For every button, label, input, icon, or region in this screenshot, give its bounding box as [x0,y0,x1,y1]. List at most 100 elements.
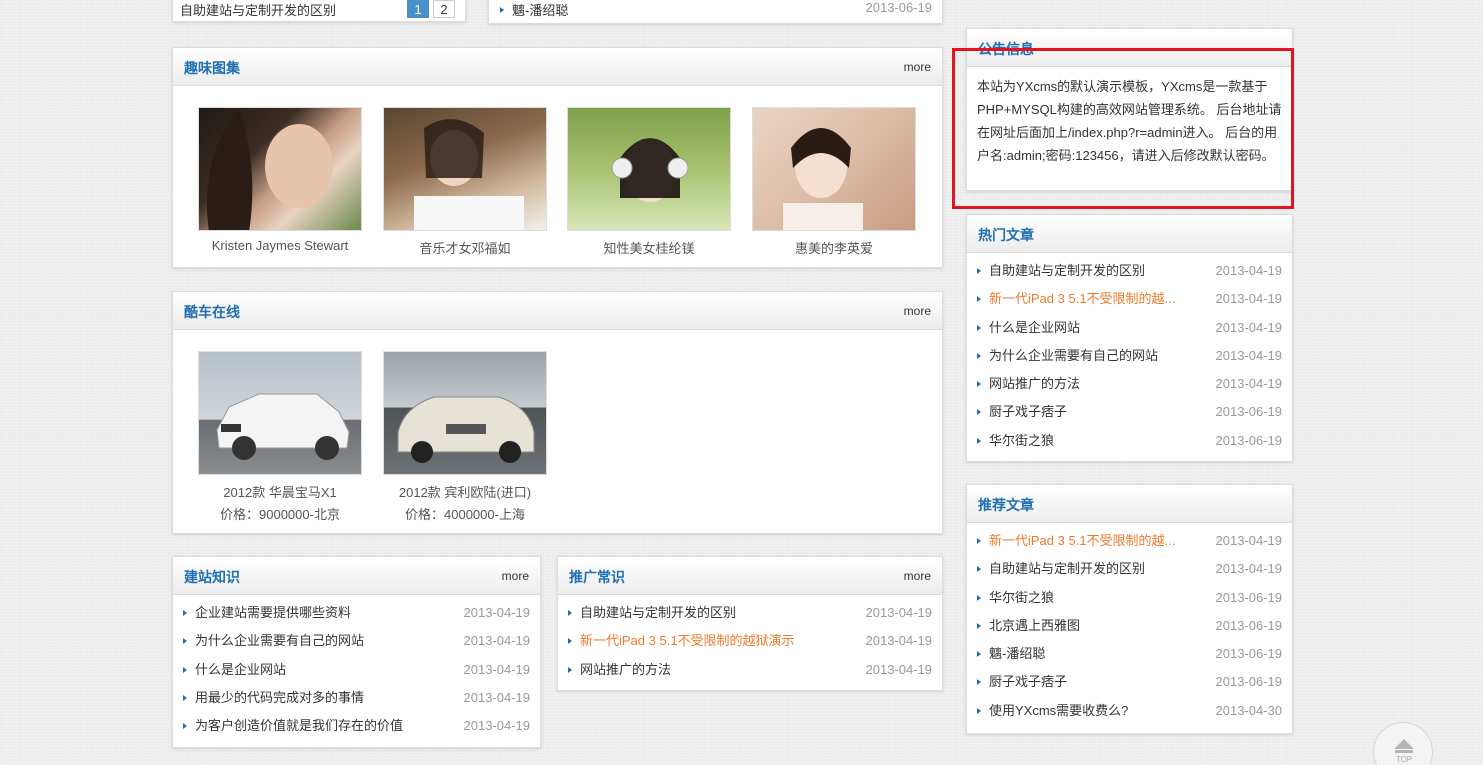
portrait-1-icon [207,108,333,230]
cars-panel: 酷车在线 more 2012款 华晨宝马X1 价格：9000000-北京 201… [172,291,943,534]
article-link[interactable]: 北京遇上西雅图 [989,612,1080,640]
gallery-caption-2[interactable]: 音乐才女邓福如 [370,238,560,257]
top-left-item[interactable]: 自助建站与定制开发的区别 [180,0,336,19]
article-link[interactable]: 厨子戏子痞子 [989,398,1067,426]
gallery-photo-4[interactable] [752,107,916,231]
build-more-link[interactable]: more [502,569,529,583]
gallery-caption-4[interactable]: 惠美的李英爱 [739,238,929,257]
list-item: 自助建站与定制开发的区别 2013-04-19 [568,599,932,627]
promo-title[interactable]: 推广常识 [569,567,625,587]
gallery-header: 趣味图集 more [173,48,942,86]
article-link[interactable]: 企业建站需要提供哪些资料 [195,599,351,627]
list-item: 网站推广的方法 2013-04-19 [977,370,1282,398]
cars-title[interactable]: 酷车在线 [184,302,240,322]
article-link[interactable]: 为什么企业需要有自己的网站 [195,627,364,655]
top-right-item[interactable]: 魑-潘绍聪 [512,0,568,19]
article-link[interactable]: 新一代iPad 3 5.1不受限制的越狱演示 [580,627,795,655]
hot-list: 自助建站与定制开发的区别 2013-04-19 新一代iPad 3 5.1不受限制… [967,253,1292,455]
article-date: 2013-04-19 [463,718,531,734]
car-price-1: 价格：9000000-北京 [220,507,340,522]
article-date: 2013-04-30 [1215,702,1283,718]
car-photo-1[interactable] [198,351,362,475]
gallery-photo-3[interactable] [567,107,731,231]
page-1-button[interactable]: 1 [407,0,429,18]
article-date: 2013-06-19 [1215,589,1283,605]
article-link[interactable]: 华尔街之狼 [989,427,1054,455]
article-date: 2013-04-19 [865,633,933,649]
article-link[interactable]: 用最少的代码完成对多的事情 [195,684,364,712]
back-to-top-button[interactable]: TOP [1373,722,1433,765]
gallery-more-link[interactable]: more [904,60,931,74]
gallery-caption-1[interactable]: Kristen Jaymes Stewart [185,238,375,253]
list-item: 为什么企业需要有自己的网站 2013-04-19 [977,342,1282,370]
cars-header: 酷车在线 more [173,292,942,330]
article-link[interactable]: 什么是企业网站 [195,656,286,684]
arrow-icon [183,610,187,616]
build-title[interactable]: 建站知识 [184,567,240,587]
car-photo-2[interactable] [383,351,547,475]
arrow-icon [183,723,187,730]
article-link[interactable]: 什么是企业网站 [989,314,1080,342]
list-item: 华尔街之狼 2013-06-19 [977,584,1282,612]
article-link[interactable]: 新一代iPad 3 5.1不受限制的越... [989,527,1175,555]
car-name-1[interactable]: 2012款 华晨宝马X1 [185,482,375,501]
article-date: 2013-04-19 [865,661,933,677]
gallery-photo-2[interactable] [383,107,547,231]
recommend-panel: 推荐文章 新一代iPad 3 5.1不受限制的越... 2013-04-19 自助… [966,484,1293,734]
portrait-3-icon [611,138,689,202]
article-date: 2013-04-19 [463,605,531,620]
list-item: 什么是企业网站 2013-04-19 [977,314,1282,342]
notice-header: 公告信息 [967,29,1292,67]
arrow-icon [977,437,981,444]
arrow-icon [977,352,981,359]
notice-text: 本站为YXcms的默认演示模板，YXcms是一款基于PHP+MYSQL构建的高效… [977,79,1282,163]
article-date: 2013-04-19 [865,605,933,620]
article-link[interactable]: 为什么企业需要有自己的网站 [989,342,1158,370]
list-item: 使用YXcms需要收费么? 2013-04-30 [977,697,1282,725]
build-panel: 建站知识 more 企业建站需要提供哪些资料 2013-04-19 为什么企业需要… [172,556,541,748]
page-2-button[interactable]: 2 [433,0,455,18]
article-link[interactable]: 自助建站与定制开发的区别 [989,555,1145,583]
list-item: 用最少的代码完成对多的事情 2013-04-19 [183,684,530,712]
arrow-icon [977,707,981,714]
article-link[interactable]: 自助建站与定制开发的区别 [989,257,1145,285]
gallery-caption-3[interactable]: 知性美女桂纶镁 [554,238,744,257]
article-link[interactable]: 魑-潘绍聪 [989,640,1045,668]
list-item: 厨子戏子痞子 2013-06-19 [977,398,1282,426]
article-date: 2013-04-19 [1215,376,1283,392]
article-link[interactable]: 为客户创造价值就是我们存在的价值 [195,712,403,740]
notice-title[interactable]: 公告信息 [978,39,1034,59]
list-item: 魑-潘绍聪 2013-06-19 [977,640,1282,668]
article-link[interactable]: 使用YXcms需要收费么? [989,697,1128,725]
hot-title[interactable]: 热门文章 [978,225,1034,245]
car-2-icon [397,396,535,463]
top-right-date: 2013-06-19 [865,0,933,15]
recommend-title[interactable]: 推荐文章 [978,495,1034,515]
list-item: 新一代iPad 3 5.1不受限制的越狱演示 2013-04-19 [568,627,932,655]
gallery-photo-1[interactable] [198,107,362,231]
article-link[interactable]: 华尔街之狼 [989,584,1054,612]
list-item: 自助建站与定制开发的区别 2013-04-19 [977,257,1282,285]
arrow-icon [977,651,981,658]
article-date: 2013-06-19 [1215,404,1283,420]
arrow-icon [183,666,187,673]
list-item: 网站推广的方法 2013-04-19 [568,656,932,684]
article-link[interactable]: 网站推广的方法 [580,656,671,684]
promo-more-link[interactable]: more [904,569,931,583]
article-link[interactable]: 新一代iPad 3 5.1不受限制的越... [989,285,1175,313]
article-link[interactable]: 自助建站与定制开发的区别 [580,599,736,627]
article-link[interactable]: 厨子戏子痞子 [989,668,1067,696]
gallery-title[interactable]: 趣味图集 [184,58,240,78]
car-name-2[interactable]: 2012款 宾利欧陆(进口) [370,482,560,501]
arrow-icon [977,268,981,274]
article-link[interactable]: 网站推广的方法 [989,370,1080,398]
arrow-icon [977,622,981,629]
article-date: 2013-04-19 [1215,263,1283,278]
cars-more-link[interactable]: more [904,304,931,318]
arrow-icon [183,638,187,645]
list-item: 什么是企业网站 2013-04-19 [183,656,530,684]
list-item: 新一代iPad 3 5.1不受限制的越... 2013-04-19 [977,527,1282,555]
arrow-icon [977,566,981,573]
article-date: 2013-04-19 [1215,347,1283,363]
arrow-icon [977,538,981,544]
